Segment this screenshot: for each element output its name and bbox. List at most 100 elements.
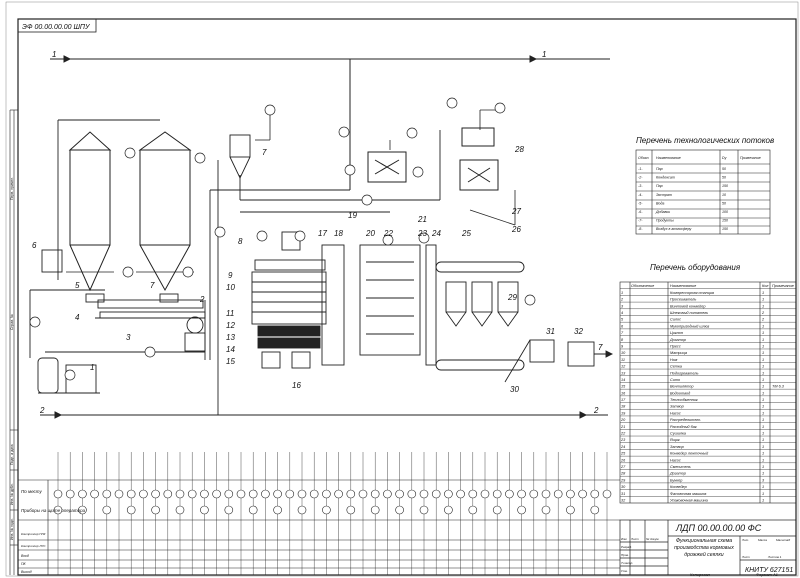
equipment-cell: 1	[762, 338, 764, 342]
equipment-cell: 14	[621, 378, 625, 382]
instrument-bubble	[261, 489, 270, 499]
equipment-cell: Силос	[670, 318, 681, 322]
streams-cell: 150	[722, 184, 728, 188]
copied-label: Копировал	[690, 572, 711, 577]
equipment-cell: Упаковочная машина	[670, 499, 708, 503]
equipment-cell: 1	[762, 472, 764, 476]
strip-label: Справ. №	[10, 314, 14, 330]
row-label: Выход	[21, 570, 32, 574]
equipment-cell: Насос	[670, 411, 681, 415]
instrument-bubble	[578, 489, 587, 499]
eq-label: 9	[228, 271, 233, 280]
cyclone	[229, 134, 251, 180]
eq-label: 4	[75, 313, 80, 322]
equipment-cell: 1	[762, 485, 764, 489]
streams-header: Dy	[722, 156, 727, 160]
arrow-icon	[529, 55, 538, 63]
instrument-bubble	[248, 489, 258, 499]
equipment-cell: Нож	[670, 358, 678, 362]
streams-cell: Конденсат	[656, 176, 675, 180]
equipment-cell: 1	[762, 324, 764, 328]
equipment-cell: Распределитель	[670, 418, 700, 422]
equipment-cell: 1	[762, 291, 764, 295]
instrument-bubble	[517, 489, 526, 499]
eq-label: 3	[126, 333, 131, 342]
equipment-table-text: Обозначение Наименование Кол Примечание 1 Ком…	[620, 284, 794, 502]
equipment-cell: 1	[762, 398, 764, 402]
streams-header: Обозн.	[638, 156, 649, 160]
eq-label: 7	[262, 148, 267, 157]
instrument-bubble	[102, 505, 112, 515]
equipment-cell: 6	[621, 324, 624, 328]
equipment-numbers: 1 2 3 4 5 6 7 7 8 9 10 11 12 13 14 15 16…	[32, 145, 583, 394]
equipment-cell: 8	[621, 338, 624, 342]
strip-label: Подп. и дата	[10, 444, 14, 465]
equipment-cell: 20	[620, 418, 626, 422]
equipment-header: Наименование	[670, 284, 696, 288]
strip-label: Инв. № дубл.	[10, 483, 14, 505]
equipment-cell: 32	[621, 499, 626, 503]
instrument-bubble	[468, 505, 478, 515]
flow-label: 1	[52, 50, 56, 59]
instrument-bubble	[383, 489, 392, 499]
instrument-bubble	[346, 489, 356, 499]
heat-exchanger	[367, 127, 499, 191]
instrument-bubble	[297, 505, 307, 515]
eq-label: 30	[510, 385, 519, 394]
equipment-cell: 31	[621, 492, 625, 496]
tb-label: Изм	[621, 537, 627, 541]
instrument-bubble	[273, 489, 282, 499]
row-label-local: По месту	[21, 489, 42, 494]
equipment-cell: Матрица	[670, 351, 687, 355]
instrument-bubble	[541, 489, 551, 499]
instrument-bubble	[395, 505, 404, 515]
eq-label: 15	[226, 357, 235, 366]
instrument-bubble	[126, 489, 136, 499]
eq-label: 21	[417, 215, 427, 224]
instrument-bubble	[309, 489, 319, 499]
equipment-cell: 3	[762, 478, 765, 482]
instrument-bubble	[395, 489, 404, 499]
instrument-bubble	[419, 505, 429, 515]
equipment-header: Кол	[762, 284, 769, 288]
equipment-cell: 13	[621, 371, 626, 375]
instrument-bubble	[175, 489, 185, 499]
eq-label: 25	[461, 229, 471, 238]
equipment-cell: Компрессорная станция	[670, 291, 714, 295]
title-name: Функциональная схема производства кормов…	[674, 538, 734, 558]
equipment-cell: 1	[762, 331, 764, 335]
strip-label: Перв. примен.	[10, 177, 14, 200]
equipment-cell: 1	[762, 351, 764, 355]
equipment-cell: 2	[761, 318, 765, 322]
streams-cell: -6-	[638, 210, 643, 214]
tb-label: Лист	[741, 555, 750, 559]
eq-label: 17	[318, 229, 327, 238]
equipment-cell: 1	[762, 371, 764, 375]
instrument-bubble	[602, 489, 612, 499]
arrow-icon	[63, 55, 72, 63]
equipment-cell: 1	[762, 418, 764, 422]
instrument-bubble	[334, 489, 343, 499]
instrument-bubble	[236, 489, 246, 499]
eq-label: 24	[431, 229, 441, 238]
equipment-cell: 1	[762, 405, 764, 409]
instrument-bubble	[139, 489, 148, 499]
streams-cell: -2-	[638, 176, 643, 180]
row-label: Контроллер ПЛК	[21, 532, 46, 536]
equipment-cell: Фасовочная машина	[670, 492, 706, 496]
equipment-cell: 18	[621, 405, 626, 409]
eq-label: 7	[150, 281, 155, 290]
instrument-bubble	[273, 505, 282, 515]
packing-line	[435, 261, 614, 383]
streams-cell: -1-	[638, 167, 643, 171]
equipment-cell: 1	[762, 425, 764, 429]
instrument-bubble	[175, 505, 185, 515]
tb-label: Утв.	[621, 569, 628, 573]
equipment-cell: 1	[762, 465, 764, 469]
eq-label: 18	[334, 229, 343, 238]
instrument-bubble	[78, 489, 87, 499]
equipment-cell: 19	[621, 411, 626, 415]
streams-cell: -4-	[638, 193, 643, 197]
tb-label: Разраб.	[621, 545, 632, 549]
equipment-cell: 2	[761, 311, 765, 315]
